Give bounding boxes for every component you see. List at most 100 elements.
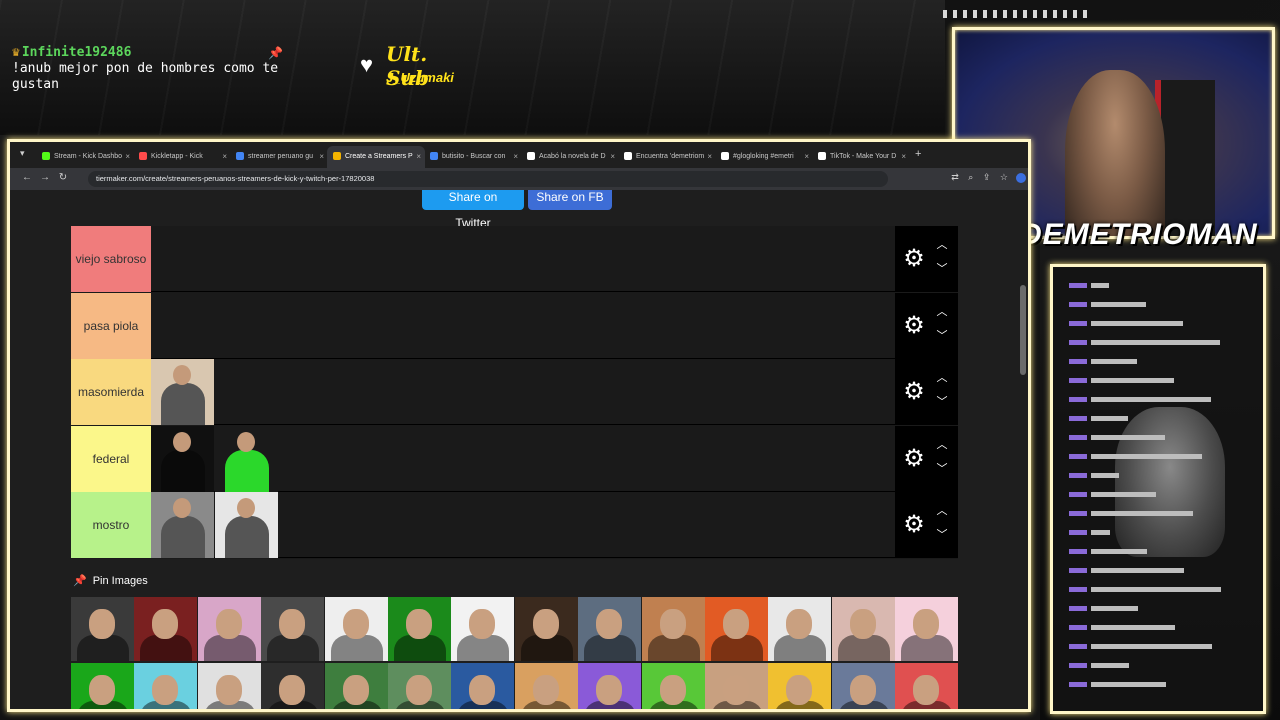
chevron-down-icon[interactable]: ﹀ bbox=[935, 393, 949, 409]
tier-image[interactable] bbox=[151, 359, 214, 426]
forward-icon[interactable]: → bbox=[38, 172, 52, 183]
gear-icon[interactable]: ⚙ bbox=[901, 445, 927, 472]
browser-tab[interactable]: TikTok - Make Your D × bbox=[812, 146, 910, 168]
browser-tab[interactable]: Encuentra 'demetriom × bbox=[618, 146, 716, 168]
pool-image[interactable] bbox=[197, 663, 261, 709]
chevron-down-icon[interactable]: ﹀ bbox=[935, 460, 949, 476]
share-fb-button[interactable]: Share on FB bbox=[528, 190, 612, 210]
pool-image[interactable] bbox=[578, 663, 642, 709]
tier-label[interactable]: federal bbox=[71, 425, 151, 492]
browser-tab[interactable]: Create a Streamers P × bbox=[327, 146, 425, 168]
pool-image[interactable] bbox=[134, 663, 198, 709]
tab-search-icon[interactable]: ▾ bbox=[20, 148, 32, 159]
tier-label[interactable]: mostro bbox=[71, 492, 151, 559]
chevron-up-icon[interactable]: ︿ bbox=[935, 436, 949, 452]
tab-label: TikTok - Make Your D bbox=[830, 153, 897, 160]
pool-image[interactable] bbox=[324, 663, 388, 709]
tier-row: viejo sabroso ⚙ ︿ ﹀ bbox=[71, 226, 958, 292]
pool-image[interactable] bbox=[71, 597, 134, 661]
tab-close-icon[interactable]: × bbox=[901, 146, 906, 168]
tab-close-icon[interactable]: × bbox=[125, 146, 130, 168]
gear-icon[interactable]: ⚙ bbox=[901, 312, 927, 339]
gear-icon[interactable]: ⚙ bbox=[901, 379, 927, 405]
streamer-silhouette bbox=[1065, 70, 1165, 236]
browser-tab[interactable]: streamer peruano gu × bbox=[230, 146, 328, 168]
pool-image[interactable] bbox=[451, 663, 515, 709]
gear-icon[interactable]: ⚙ bbox=[901, 246, 927, 272]
tab-label: Kickletapp - Kick bbox=[151, 153, 203, 160]
tab-close-icon[interactable]: × bbox=[707, 146, 712, 168]
translate-icon[interactable]: ⇄ bbox=[951, 172, 959, 182]
pool-image[interactable] bbox=[324, 597, 388, 661]
tab-close-icon[interactable]: × bbox=[319, 146, 324, 168]
pool-image[interactable] bbox=[578, 597, 642, 661]
pool-image[interactable] bbox=[831, 597, 895, 661]
profile-icon[interactable] bbox=[1016, 173, 1026, 183]
pool-image[interactable] bbox=[831, 663, 895, 709]
browser-tab[interactable]: Kickletapp - Kick × bbox=[133, 146, 231, 168]
pool-image[interactable] bbox=[705, 597, 768, 661]
chevron-up-icon[interactable]: ︿ bbox=[935, 236, 949, 252]
pool-image[interactable] bbox=[71, 663, 134, 709]
pool-image[interactable] bbox=[388, 663, 451, 709]
reload-icon[interactable]: ↻ bbox=[56, 172, 70, 183]
pool-image[interactable] bbox=[895, 663, 959, 709]
tab-close-icon[interactable]: × bbox=[416, 146, 421, 168]
pool-image[interactable] bbox=[705, 663, 768, 709]
browser-tab[interactable]: #glogloking #emetri × bbox=[715, 146, 813, 168]
browser-window: ▾ Stream - Kick Dashbo × Kickletapp - Kick… bbox=[7, 139, 1031, 712]
pool-image[interactable] bbox=[768, 597, 832, 661]
pool-image[interactable] bbox=[388, 597, 451, 661]
chevron-up-icon[interactable]: ︿ bbox=[935, 369, 949, 385]
browser-tab[interactable]: Acabó la novela de D × bbox=[521, 146, 619, 168]
browser-tab[interactable]: Stream - Kick Dashbo × bbox=[36, 146, 134, 168]
pool-image[interactable] bbox=[451, 597, 515, 661]
pool-image[interactable] bbox=[134, 597, 198, 661]
chevron-down-icon[interactable]: ﹀ bbox=[935, 260, 949, 276]
pool-image[interactable] bbox=[895, 597, 959, 661]
chevron-up-icon[interactable]: ︿ bbox=[935, 303, 949, 319]
page-scrollbar[interactable] bbox=[1020, 285, 1026, 375]
person-body bbox=[161, 449, 205, 492]
person-head bbox=[237, 431, 255, 452]
person-head bbox=[89, 675, 115, 705]
tier-label[interactable]: viejo sabroso bbox=[71, 226, 151, 292]
tier-label[interactable]: pasa piola bbox=[71, 292, 151, 359]
tier-image[interactable] bbox=[151, 492, 214, 559]
chat-line bbox=[1069, 416, 1259, 421]
pool-image[interactable] bbox=[261, 597, 325, 661]
person-head bbox=[342, 609, 369, 639]
chevron-down-icon[interactable]: ﹀ bbox=[935, 526, 949, 542]
zoom-icon[interactable]: ⌕ bbox=[968, 172, 973, 182]
gear-icon[interactable]: ⚙ bbox=[901, 512, 927, 538]
chat-line bbox=[1069, 492, 1259, 497]
share-twitter-button[interactable]: Share on Twitter bbox=[422, 190, 524, 230]
back-icon[interactable]: ← bbox=[20, 172, 34, 183]
person-body bbox=[225, 449, 269, 492]
tier-image[interactable] bbox=[215, 425, 278, 492]
new-tab-icon[interactable]: + bbox=[915, 148, 921, 160]
tab-close-icon[interactable]: × bbox=[804, 146, 809, 168]
browser-tab[interactable]: butisito - Buscar con × bbox=[424, 146, 522, 168]
pool-image[interactable] bbox=[261, 663, 325, 709]
tab-close-icon[interactable]: × bbox=[222, 146, 227, 168]
pool-image[interactable] bbox=[768, 663, 832, 709]
pool-image[interactable] bbox=[514, 597, 578, 661]
tier-label[interactable]: masomierda bbox=[71, 359, 151, 426]
tier-image[interactable] bbox=[151, 425, 214, 492]
chevron-down-icon[interactable]: ﹀ bbox=[935, 327, 949, 343]
pool-image[interactable] bbox=[197, 597, 261, 661]
tier-controls: ⚙ ︿ ﹀ bbox=[895, 359, 958, 426]
tier-image[interactable] bbox=[215, 492, 278, 559]
tab-close-icon[interactable]: × bbox=[513, 146, 518, 168]
pool-image[interactable] bbox=[641, 663, 705, 709]
chevron-up-icon[interactable]: ︿ bbox=[935, 502, 949, 518]
url-input[interactable]: tiermaker.com/create/streamers-peruanos-… bbox=[88, 171, 888, 187]
person-head bbox=[173, 498, 191, 519]
pinned-chat-message: ♛ Infinite192486 !anub mejor pon de hombr… bbox=[12, 45, 282, 93]
tab-close-icon[interactable]: × bbox=[610, 146, 615, 168]
share-icon[interactable]: ⇪ bbox=[983, 172, 991, 182]
bookmark-star-icon[interactable]: ☆ bbox=[1000, 172, 1008, 182]
pool-image[interactable] bbox=[514, 663, 578, 709]
pool-image[interactable] bbox=[641, 597, 705, 661]
